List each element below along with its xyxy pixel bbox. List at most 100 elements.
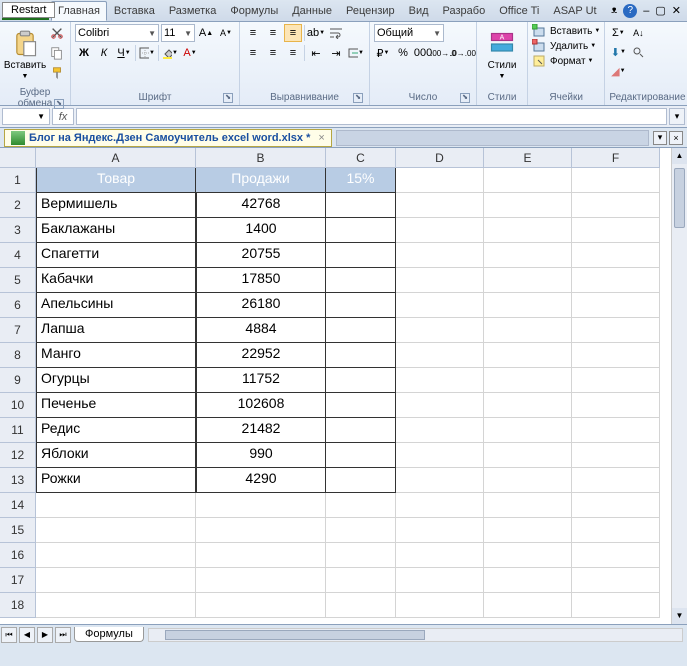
tab-developer[interactable]: Разрабо — [436, 1, 493, 21]
horizontal-scrollbar[interactable] — [148, 628, 683, 642]
cell[interactable] — [572, 493, 660, 518]
cell[interactable] — [326, 418, 396, 443]
cell[interactable] — [484, 393, 572, 418]
cell[interactable]: Яблоки — [36, 443, 196, 468]
borders-button[interactable]: ▼ — [138, 44, 156, 62]
tab-asap[interactable]: ASAP Ut — [546, 1, 603, 21]
document-tab[interactable]: Блог на Яндекс.Дзен Самоучитель excel wo… — [4, 129, 332, 147]
cell[interactable] — [396, 218, 484, 243]
cell[interactable]: 102608 — [196, 393, 326, 418]
wrap-text-button[interactable] — [327, 24, 345, 42]
clear-button[interactable]: ◢▼ — [609, 62, 627, 80]
find-button[interactable] — [629, 43, 647, 61]
row-header[interactable]: 9 — [0, 368, 36, 393]
cell[interactable] — [484, 518, 572, 543]
italic-button[interactable]: К — [95, 44, 113, 62]
font-launcher[interactable]: ⬊ — [223, 93, 233, 103]
cell[interactable]: Редис — [36, 418, 196, 443]
shrink-font-button[interactable]: A▼ — [217, 24, 235, 42]
close-tab-icon[interactable]: × — [318, 132, 324, 144]
cell[interactable] — [396, 418, 484, 443]
cell[interactable]: 22952 — [196, 343, 326, 368]
doc-tab-menu-button[interactable]: ▾ — [653, 131, 667, 145]
cell[interactable] — [196, 518, 326, 543]
format-painter-button[interactable] — [48, 64, 66, 82]
cell[interactable] — [396, 268, 484, 293]
row-header[interactable]: 11 — [0, 418, 36, 443]
cell[interactable] — [484, 593, 572, 618]
decrease-indent-button[interactable]: ⇤ — [307, 44, 325, 62]
cell[interactable] — [484, 318, 572, 343]
cell[interactable] — [484, 268, 572, 293]
cell[interactable] — [396, 493, 484, 518]
cell[interactable] — [196, 593, 326, 618]
cell[interactable] — [326, 218, 396, 243]
cell[interactable] — [36, 568, 196, 593]
cell[interactable] — [326, 243, 396, 268]
cell[interactable]: Товар — [36, 168, 196, 193]
cell[interactable]: Манго — [36, 343, 196, 368]
paste-button[interactable]: Вставить ▼ — [4, 24, 46, 86]
row-header[interactable]: 5 — [0, 268, 36, 293]
window-close-icon[interactable]: ✕ — [672, 4, 681, 17]
cell[interactable] — [36, 593, 196, 618]
sheet-prev-button[interactable]: ◀ — [19, 627, 35, 643]
cell[interactable]: Печенье — [36, 393, 196, 418]
autosum-button[interactable]: Σ▼ — [609, 24, 627, 42]
row-header[interactable]: 2 — [0, 193, 36, 218]
clipboard-launcher[interactable]: ⬊ — [54, 99, 64, 109]
number-format-combo[interactable]: Общий▼ — [374, 24, 444, 42]
cell[interactable] — [326, 493, 396, 518]
cell[interactable] — [326, 293, 396, 318]
cell[interactable] — [396, 468, 484, 493]
cell[interactable]: Лапша — [36, 318, 196, 343]
cell[interactable] — [484, 243, 572, 268]
row-header[interactable]: 12 — [0, 443, 36, 468]
align-bottom-button[interactable]: ≡ — [284, 24, 302, 42]
cell[interactable] — [484, 343, 572, 368]
row-header[interactable]: 7 — [0, 318, 36, 343]
cell[interactable]: 11752 — [196, 368, 326, 393]
row-header[interactable]: 8 — [0, 343, 36, 368]
tab-layout[interactable]: Разметка — [162, 1, 224, 21]
number-launcher[interactable]: ⬊ — [460, 93, 470, 103]
hscroll-thumb[interactable] — [165, 630, 425, 640]
col-header-f[interactable]: F — [572, 148, 660, 168]
cell[interactable] — [396, 568, 484, 593]
percent-button[interactable]: % — [394, 44, 412, 62]
cell[interactable] — [484, 368, 572, 393]
cell[interactable] — [572, 168, 660, 193]
cell[interactable] — [196, 493, 326, 518]
col-header-d[interactable]: D — [396, 148, 484, 168]
tab-insert[interactable]: Вставка — [107, 1, 162, 21]
cell[interactable]: Рожки — [36, 468, 196, 493]
cell[interactable] — [396, 593, 484, 618]
col-header-c[interactable]: C — [326, 148, 396, 168]
cell[interactable] — [572, 268, 660, 293]
cell[interactable] — [396, 543, 484, 568]
row-header[interactable]: 4 — [0, 243, 36, 268]
cell[interactable]: 26180 — [196, 293, 326, 318]
cell[interactable] — [572, 193, 660, 218]
cell[interactable] — [572, 293, 660, 318]
cell[interactable]: Продажи — [196, 168, 326, 193]
row-header[interactable]: 1 — [0, 168, 36, 193]
cell[interactable]: 17850 — [196, 268, 326, 293]
bold-button[interactable]: Ж — [75, 44, 93, 62]
cell[interactable]: 1400 — [196, 218, 326, 243]
doc-tab-close-button[interactable]: × — [669, 131, 683, 145]
cell[interactable]: Баклажаны — [36, 218, 196, 243]
decrease-decimal-button[interactable]: .0→.00 — [454, 44, 472, 62]
cell[interactable] — [572, 518, 660, 543]
window-minimize-icon[interactable]: ‒ — [643, 5, 649, 17]
minimize-ribbon-icon[interactable]: ᴥ — [611, 5, 617, 16]
sheet-tab[interactable]: Формулы — [74, 627, 144, 642]
row-header[interactable]: 18 — [0, 593, 36, 618]
cell[interactable] — [572, 568, 660, 593]
cell[interactable] — [326, 393, 396, 418]
merge-button[interactable]: ▼ — [347, 44, 365, 62]
cell[interactable] — [484, 218, 572, 243]
cell[interactable] — [572, 468, 660, 493]
cell[interactable] — [484, 543, 572, 568]
cell[interactable] — [36, 518, 196, 543]
